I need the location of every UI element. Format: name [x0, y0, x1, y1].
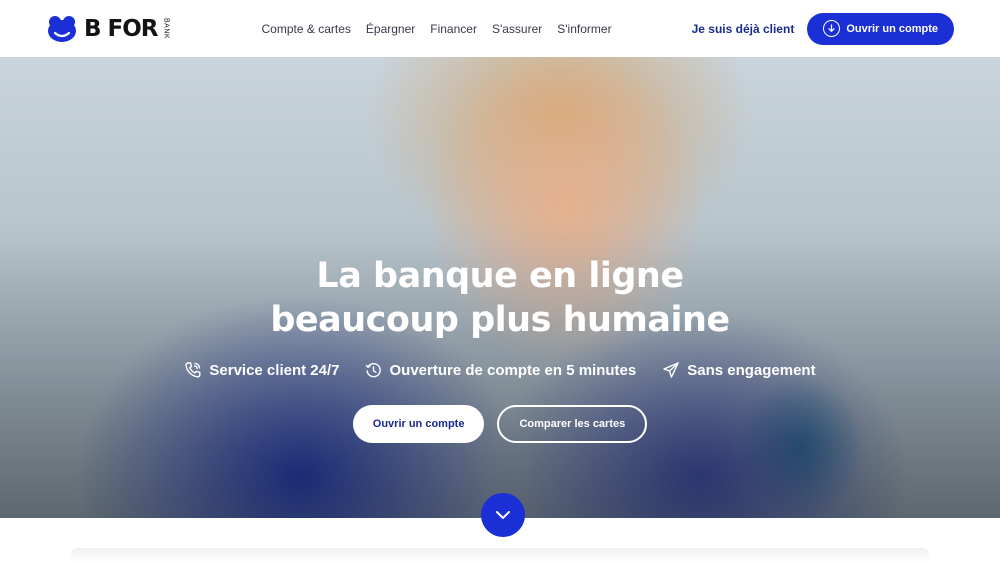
open-account-header-label: Ouvrir un compte — [846, 22, 938, 35]
feature-item: Service client 24/7 — [184, 361, 339, 379]
logo-text: B FOR — [84, 15, 159, 42]
main-nav: Compte & cartes Épargner Financer S'assu… — [262, 22, 612, 36]
content-card-edge — [70, 548, 930, 563]
open-account-header-button[interactable]: Ouvrir un compte — [807, 12, 954, 45]
feature-item: Ouverture de compte en 5 minutes — [365, 361, 636, 379]
feature-label: Sans engagement — [687, 361, 816, 379]
nav-item-sinformer[interactable]: S'informer — [557, 22, 611, 36]
hero-cta-row: Ouvrir un compte Comparer les cartes — [0, 405, 1000, 443]
nav-item-financer[interactable]: Financer — [430, 22, 477, 36]
hero-title: La banque en ligne beaucoup plus humaine — [0, 254, 1000, 342]
phone-icon — [185, 362, 201, 378]
feature-item: Sans engagement — [662, 361, 816, 379]
header-actions: Je suis déjà client Ouvrir un compte — [692, 12, 954, 45]
hero-section: La banque en ligne beaucoup plus humaine… — [0, 57, 1000, 518]
existing-client-link[interactable]: Je suis déjà client — [692, 22, 795, 36]
hero-title-line-1: La banque en ligne — [316, 256, 684, 296]
feature-label: Service client 24/7 — [209, 361, 340, 379]
scroll-down-button[interactable] — [481, 493, 525, 537]
paper-plane-icon — [663, 362, 679, 378]
hero-title-line-2: beaucoup plus humaine — [270, 300, 730, 340]
open-account-button[interactable]: Ouvrir un compte — [352, 405, 485, 443]
nav-item-epargner[interactable]: Épargner — [366, 22, 415, 36]
feature-list: Service client 24/7 Ouverture de compte … — [0, 361, 1000, 379]
logo-subtext: BANK — [162, 17, 170, 40]
compare-cards-button[interactable]: Comparer les cartes — [497, 405, 648, 443]
clock-icon — [366, 362, 382, 377]
logo[interactable]: B FOR BANK — [47, 15, 170, 43]
site-header: B FOR BANK Compte & cartes Épargner Fina… — [0, 0, 1000, 57]
nav-item-compte-cartes[interactable]: Compte & cartes — [262, 22, 351, 36]
chevron-down-icon — [496, 511, 510, 519]
nav-item-sassurer[interactable]: S'assurer — [492, 22, 542, 36]
download-arrow-icon — [823, 20, 841, 37]
bforbank-logo-icon — [48, 15, 76, 42]
feature-label: Ouverture de compte en 5 minutes — [389, 361, 637, 379]
